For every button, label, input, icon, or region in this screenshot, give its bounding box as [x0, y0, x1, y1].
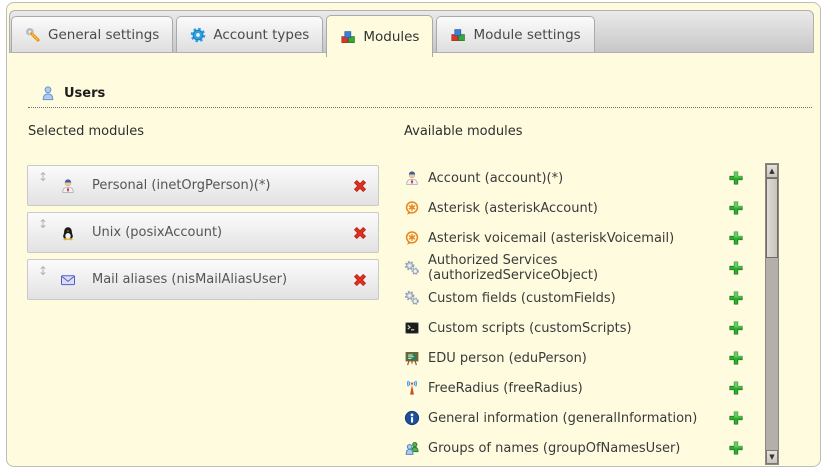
module-label: FreeRadius (freeRadius): [428, 381, 583, 396]
wrench-icon: [25, 27, 41, 43]
available-modules-heading: Available modules: [404, 124, 522, 139]
module-label: Asterisk voicemail (asteriskVoicemail): [428, 231, 674, 246]
green-plus-icon[interactable]: [728, 170, 744, 186]
green-plus-icon[interactable]: [728, 200, 744, 216]
gears-icon: [404, 260, 420, 276]
red-x-icon[interactable]: [352, 178, 368, 194]
tab-bar: General settings Account types Modul: [9, 10, 814, 53]
tab-general-settings[interactable]: General settings: [11, 16, 173, 52]
tab-label: Account types: [213, 27, 309, 43]
tab-label: Modules: [363, 29, 419, 45]
module-label: Authorized Services (authorizedServiceOb…: [428, 253, 728, 283]
red-x-icon[interactable]: [352, 225, 368, 241]
green-plus-icon[interactable]: [728, 350, 744, 366]
tux-icon: [60, 225, 76, 241]
green-plus-icon[interactable]: [728, 380, 744, 396]
selected-module-mail-aliases[interactable]: ↕ Mail aliases (nisMailAliasUser): [27, 259, 379, 300]
red-x-icon[interactable]: [352, 272, 368, 288]
green-plus-icon[interactable]: [728, 260, 744, 276]
available-module-authorized-services: Authorized Services (authorizedServiceOb…: [404, 253, 744, 283]
section-title-text: Users: [64, 86, 105, 101]
section-divider: [28, 107, 812, 108]
selected-modules-list: ↕ Personal (inetOrgPerson)(*) ↕: [27, 165, 379, 306]
tab-module-settings[interactable]: Module settings: [436, 16, 594, 52]
module-label: Unix (posixAccount): [92, 225, 222, 240]
available-module-asterisk-voicemail: Asterisk voicemail (asteriskVoicemail): [404, 223, 744, 253]
arrow-down-icon: ▼: [769, 453, 774, 461]
drag-arrows-icon[interactable]: ↕: [38, 213, 54, 231]
tab-account-types[interactable]: Account types: [176, 16, 323, 52]
available-modules-list: Account (account)(*) Asterisk (asteriskA…: [404, 163, 744, 463]
selected-module-personal[interactable]: ↕ Personal (inetOrgPerson)(*): [27, 165, 379, 206]
green-plus-icon[interactable]: [728, 290, 744, 306]
asterisk-icon: [404, 200, 420, 216]
mail-icon: [60, 272, 76, 288]
antenna-icon: [404, 380, 420, 396]
selected-modules-heading: Selected modules: [28, 124, 144, 139]
available-module-edu-person: EDU person (eduPerson): [404, 343, 744, 373]
scrollbar-thumb[interactable]: [766, 178, 778, 258]
terminal-icon: [404, 320, 420, 336]
drag-arrows-icon[interactable]: ↕: [38, 260, 54, 278]
available-modules-scrollbar[interactable]: ▲ ▼: [765, 163, 779, 465]
config-panel: General settings Account types Modul: [6, 2, 821, 467]
selected-module-unix[interactable]: ↕ Unix (posixAccount): [27, 212, 379, 253]
scroll-up-button[interactable]: ▲: [766, 164, 778, 178]
tab-modules[interactable]: Modules: [326, 15, 433, 57]
person-icon: [404, 170, 420, 186]
scroll-down-button[interactable]: ▼: [766, 450, 778, 464]
available-module-asterisk: Asterisk (asteriskAccount): [404, 193, 744, 223]
module-label: Account (account)(*): [428, 171, 563, 186]
available-module-custom-fields: Custom fields (customFields): [404, 283, 744, 313]
tab-label: General settings: [48, 27, 159, 43]
drag-arrows-icon[interactable]: ↕: [38, 166, 54, 184]
green-plus-icon[interactable]: [728, 410, 744, 426]
green-plus-icon[interactable]: [728, 440, 744, 456]
available-module-general-information: General information (generalInformation): [404, 403, 744, 433]
module-label: Mail aliases (nisMailAliasUser): [92, 272, 287, 287]
available-module-freeradius: FreeRadius (freeRadius): [404, 373, 744, 403]
gear-icon: [190, 27, 206, 43]
user-icon: [40, 85, 56, 101]
gears-icon: [404, 290, 420, 306]
module-label: Personal (inetOrgPerson)(*): [92, 178, 270, 193]
person-icon: [60, 178, 76, 194]
available-module-groups-of-names: Groups of names (groupOfNamesUser): [404, 433, 744, 463]
modules-icon: [450, 27, 466, 43]
green-plus-icon[interactable]: [728, 230, 744, 246]
info-icon: [404, 410, 420, 426]
available-module-account: Account (account)(*): [404, 163, 744, 193]
asterisk-icon: [404, 230, 420, 246]
module-label: EDU person (eduPerson): [428, 351, 587, 366]
modules-icon: [340, 29, 356, 45]
available-module-custom-scripts: Custom scripts (customScripts): [404, 313, 744, 343]
arrow-up-icon: ▲: [769, 167, 774, 175]
module-label: General information (generalInformation): [428, 411, 697, 426]
module-label: Custom fields (customFields): [428, 291, 616, 306]
group-icon: [404, 440, 420, 456]
green-plus-icon[interactable]: [728, 320, 744, 336]
module-label: Custom scripts (customScripts): [428, 321, 632, 336]
tab-label: Module settings: [473, 27, 580, 43]
module-label: Asterisk (asteriskAccount): [428, 201, 598, 216]
section-header-users: Users: [40, 85, 105, 101]
chalkboard-icon: [404, 350, 420, 366]
module-label: Groups of names (groupOfNamesUser): [428, 441, 680, 456]
